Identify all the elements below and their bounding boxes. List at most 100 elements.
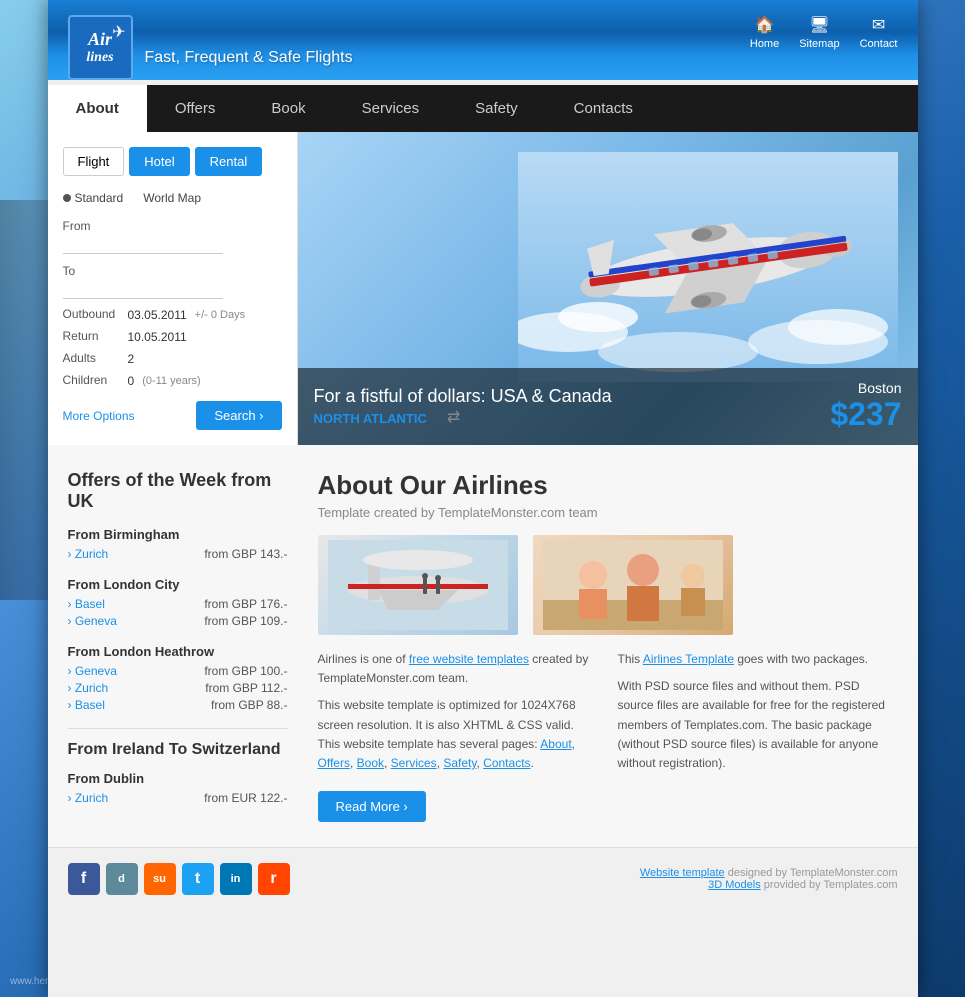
offer-birmingham: From Birmingham Zurich from GBP 143.- bbox=[68, 527, 288, 561]
website-template-link[interactable]: Website template bbox=[640, 867, 725, 879]
offers-divider bbox=[68, 728, 288, 729]
stumbleupon-icon[interactable]: su bbox=[144, 863, 176, 895]
home-label: Home bbox=[750, 38, 779, 50]
nav-item-offers[interactable]: Offers bbox=[147, 85, 244, 132]
nav-item-book[interactable]: Book bbox=[243, 85, 333, 132]
offer-price-7: from EUR 122.- bbox=[204, 791, 287, 805]
social-icons: f d su t in r bbox=[68, 863, 290, 895]
offer-price-1: from GBP 143.- bbox=[204, 547, 287, 561]
about-title: About Our Airlines bbox=[318, 470, 898, 501]
header: ✈ Air lines Fast, Frequent & Safe Flight… bbox=[48, 0, 918, 80]
tab-flight[interactable]: Flight bbox=[63, 147, 125, 176]
content-area: Flight Hotel Rental Standard World Map F… bbox=[48, 132, 918, 445]
offer-dest-basel-2[interactable]: Basel bbox=[68, 698, 105, 712]
logo-text: Air lines bbox=[86, 30, 113, 65]
about-cols: Airlines is one of free website template… bbox=[318, 650, 898, 822]
book-link[interactable]: Book bbox=[357, 756, 384, 770]
footer-links: Website template designed by TemplateMon… bbox=[640, 867, 898, 891]
offer-row: Zurich from GBP 112.- bbox=[68, 681, 288, 695]
ireland-title: From Ireland To Switzerland bbox=[68, 741, 288, 759]
safety-link[interactable]: Safety bbox=[443, 756, 476, 770]
about-text-1: Airlines is one of free website template… bbox=[318, 650, 598, 688]
radio-group: Standard World Map bbox=[63, 191, 282, 205]
tab-hotel[interactable]: Hotel bbox=[129, 147, 189, 176]
header-nav-icons: 🏠 Home 🖥 Sitemap ✉ Contact bbox=[750, 15, 898, 50]
about-col-2: This Airlines Template goes with two pac… bbox=[618, 650, 898, 822]
read-more-button[interactable]: Read More › bbox=[318, 791, 426, 822]
banner-bottom: For a fistful of dollars: USA & Canada N… bbox=[298, 368, 918, 445]
from-input[interactable] bbox=[63, 235, 223, 254]
nav-item-about[interactable]: About bbox=[48, 85, 147, 132]
banner-title: For a fistful of dollars: USA & Canada bbox=[314, 386, 612, 407]
offer-row: Geneva from GBP 100.- bbox=[68, 664, 288, 678]
facebook-icon[interactable]: f bbox=[68, 863, 100, 895]
offer-dest-basel-1[interactable]: Basel bbox=[68, 597, 105, 611]
exchange-icon: ⇄ bbox=[447, 407, 460, 427]
offer-row: Basel from GBP 88.- bbox=[68, 698, 288, 712]
banner-info: For a fistful of dollars: USA & Canada N… bbox=[314, 386, 612, 427]
banner-subtitle: NORTH ATLANTIC bbox=[314, 411, 427, 426]
main-nav: About Offers Book Services Safety Contac… bbox=[48, 85, 918, 132]
reddit-icon[interactable]: r bbox=[258, 863, 290, 895]
offer-row: Geneva from GBP 109.- bbox=[68, 614, 288, 628]
search-footer: More Options Search › bbox=[63, 401, 282, 430]
delicious-icon[interactable]: d bbox=[106, 863, 138, 895]
offer-dublin: From Dublin Zurich from EUR 122.- bbox=[68, 771, 288, 805]
about-subtitle: Template created by TemplateMonster.com … bbox=[318, 505, 898, 520]
about-link[interactable]: About bbox=[540, 737, 571, 751]
home-icon: 🏠 bbox=[755, 15, 775, 35]
to-input[interactable] bbox=[63, 280, 223, 299]
twitter-icon[interactable]: t bbox=[182, 863, 214, 895]
3d-models-link[interactable]: 3D Models bbox=[708, 879, 761, 891]
offer-dest-zurich-1[interactable]: Zurich bbox=[68, 547, 109, 561]
search-tabs: Flight Hotel Rental bbox=[63, 147, 282, 176]
contacts-link[interactable]: Contacts bbox=[483, 756, 530, 770]
footer: f d su t in r Website template designed … bbox=[48, 847, 918, 910]
offer-price-3: from GBP 109.- bbox=[204, 614, 287, 628]
home-nav-icon[interactable]: 🏠 Home bbox=[750, 15, 779, 50]
sitemap-nav-icon[interactable]: 🖥 Sitemap bbox=[799, 15, 839, 50]
banner-area: For a fistful of dollars: USA & Canada N… bbox=[298, 132, 918, 445]
logo-box: ✈ Air lines bbox=[68, 15, 133, 80]
nav-item-contacts[interactable]: Contacts bbox=[546, 85, 661, 132]
banner-price-area: Boston $237 bbox=[830, 380, 901, 433]
offers-title: Offers of the Week from UK bbox=[68, 470, 288, 512]
offer-dest-zurich-3[interactable]: Zurich bbox=[68, 791, 109, 805]
offer-dest-geneva-2[interactable]: Geneva bbox=[68, 664, 117, 678]
airplane-svg bbox=[518, 152, 898, 382]
linkedin-icon[interactable]: in bbox=[220, 863, 252, 895]
offer-dest-geneva-1[interactable]: Geneva bbox=[68, 614, 117, 628]
radio-worldmap[interactable]: World Map bbox=[143, 191, 201, 205]
offer-row: Zurich from GBP 143.- bbox=[68, 547, 288, 561]
offer-dest-zurich-2[interactable]: Zurich bbox=[68, 681, 109, 695]
airlines-template-link[interactable]: Airlines Template bbox=[643, 652, 734, 666]
sitemap-label: Sitemap bbox=[799, 38, 839, 50]
nav-item-safety[interactable]: Safety bbox=[447, 85, 546, 132]
tab-rental[interactable]: Rental bbox=[195, 147, 263, 176]
offer-price-4: from GBP 100.- bbox=[204, 664, 287, 678]
services-link[interactable]: Services bbox=[391, 756, 437, 770]
outbound-row: Outbound 03.05.2011 +/- 0 Days bbox=[63, 307, 282, 323]
banner-price: $237 bbox=[830, 396, 901, 433]
offer-row: Zurich from EUR 122.- bbox=[68, 791, 288, 805]
offer-row: Basel from GBP 176.- bbox=[68, 597, 288, 611]
search-button[interactable]: Search › bbox=[196, 401, 281, 430]
footer-credit-2: 3D Models provided by Templates.com bbox=[640, 879, 898, 891]
plane-icon: ✈ bbox=[112, 22, 125, 42]
offers-link[interactable]: Offers bbox=[318, 756, 350, 770]
return-row: Return 10.05.2011 bbox=[63, 329, 282, 345]
free-templates-link[interactable]: free website templates bbox=[409, 652, 529, 666]
more-options-link[interactable]: More Options bbox=[63, 409, 135, 423]
offer-from-london-city: From London City bbox=[68, 577, 288, 592]
from-row: From bbox=[63, 217, 282, 254]
tagline: Fast, Frequent & Safe Flights bbox=[145, 49, 353, 67]
logo-area: ✈ Air lines Fast, Frequent & Safe Flight… bbox=[68, 15, 353, 80]
offer-price-2: from GBP 176.- bbox=[204, 597, 287, 611]
nav-item-services[interactable]: Services bbox=[334, 85, 448, 132]
search-sidebar: Flight Hotel Rental Standard World Map F… bbox=[48, 132, 298, 445]
contact-label: Contact bbox=[860, 38, 898, 50]
contact-nav-icon[interactable]: ✉ Contact bbox=[860, 15, 898, 50]
about-text-2: This website template is optimized for 1… bbox=[318, 696, 598, 773]
radio-standard[interactable]: Standard bbox=[63, 191, 124, 205]
about-img-airplane bbox=[318, 535, 518, 635]
